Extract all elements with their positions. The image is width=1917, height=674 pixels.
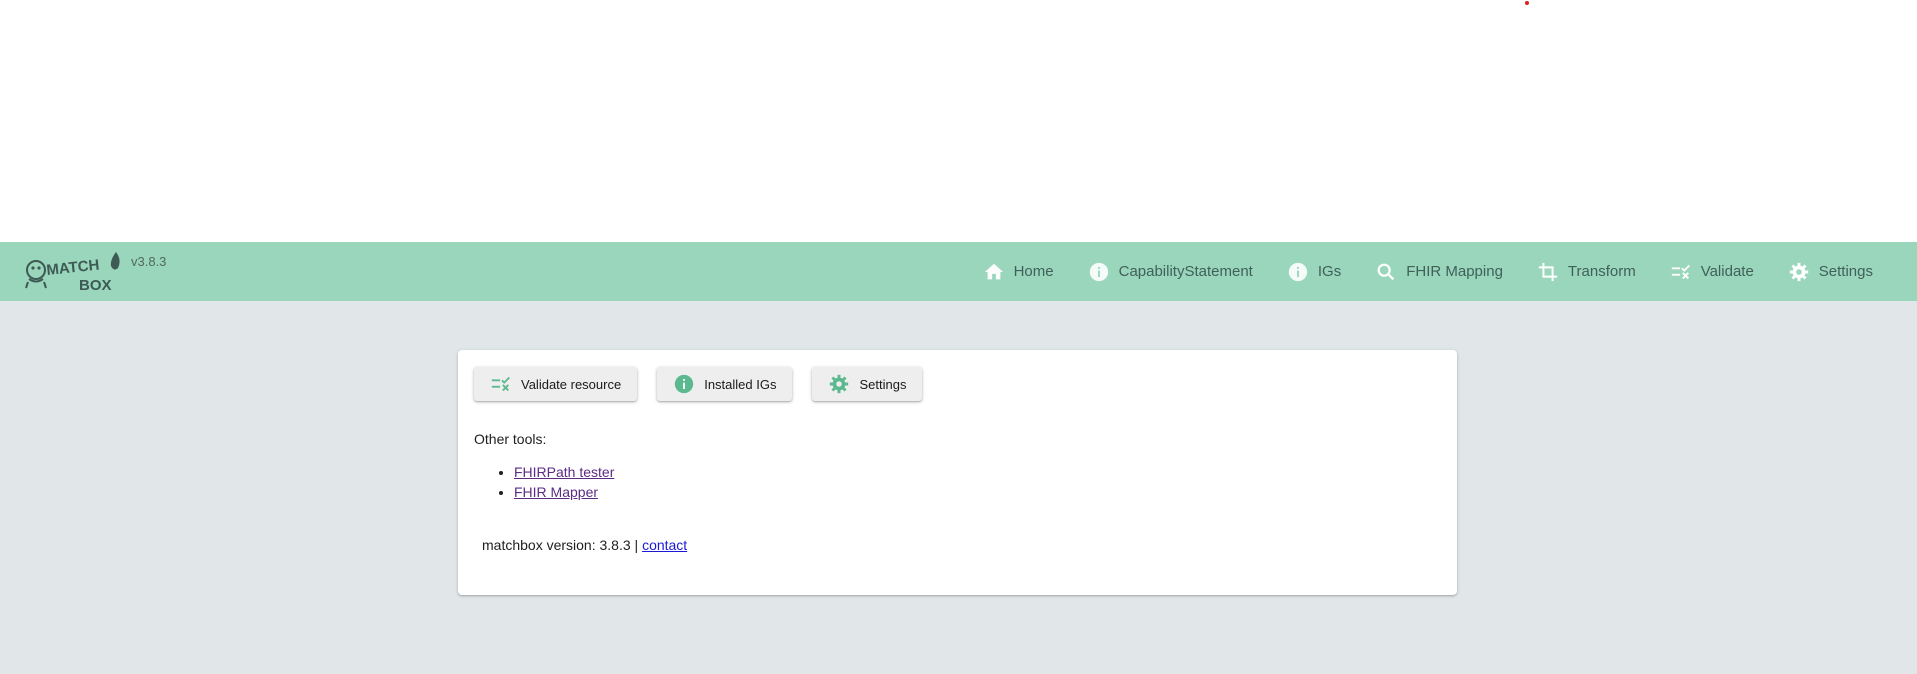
version-footer: matchbox version: 3.8.3 | contact xyxy=(482,537,687,553)
validate-resource-button[interactable]: Validate resource xyxy=(474,367,638,401)
nav-transform[interactable]: Transform xyxy=(1537,242,1636,301)
installed-igs-button[interactable]: Installed IGs xyxy=(657,367,793,401)
nav-capabilitystatement[interactable]: CapabilityStatement xyxy=(1088,242,1253,301)
info-icon xyxy=(1287,261,1309,283)
red-dot-marker xyxy=(1525,1,1529,5)
nav-validate[interactable]: Validate xyxy=(1670,242,1754,301)
validate-resource-label: Validate resource xyxy=(521,376,622,392)
info-icon xyxy=(673,373,695,395)
info-icon xyxy=(1088,261,1110,283)
nav-fhir-mapping[interactable]: FHIR Mapping xyxy=(1375,242,1503,301)
nav-settings-label: Settings xyxy=(1818,263,1873,280)
validate-checklist-icon xyxy=(490,373,512,395)
logo-text-box: BOX xyxy=(79,277,112,294)
version-text: matchbox version: 3.8.3 | xyxy=(482,537,643,553)
installed-igs-label: Installed IGs xyxy=(704,376,777,392)
matchbox-logo[interactable]: MATCH BOX xyxy=(24,248,124,294)
top-blank-area xyxy=(0,0,1917,242)
list-item: FHIRPath tester xyxy=(514,462,614,482)
nav-igs[interactable]: IGs xyxy=(1287,242,1341,301)
validate-checklist-icon xyxy=(1670,261,1692,283)
gear-icon xyxy=(828,373,850,395)
crop-icon xyxy=(1537,261,1559,283)
nav-fhir-mapping-label: FHIR Mapping xyxy=(1406,263,1503,280)
search-icon xyxy=(1375,261,1397,283)
app-version: v3.8.3 xyxy=(131,254,167,269)
action-buttons: Validate resource Installed IGs Settings xyxy=(474,367,942,401)
logo-text-match: MATCH xyxy=(46,257,101,279)
settings-button[interactable]: Settings xyxy=(812,367,923,401)
fhir-mapper-link[interactable]: FHIR Mapper xyxy=(514,484,598,500)
tools-list: FHIRPath tester FHIR Mapper xyxy=(474,462,614,502)
nav-transform-label: Transform xyxy=(1567,263,1636,280)
other-tools-heading: Other tools: xyxy=(474,431,547,447)
list-item: FHIR Mapper xyxy=(514,482,614,502)
top-navbar: MATCH BOX v3.8.3 Home CapabilityStatemen… xyxy=(0,242,1917,301)
nav-igs-label: IGs xyxy=(1317,263,1342,280)
nav-settings[interactable]: Settings xyxy=(1788,242,1873,301)
nav-home-label: Home xyxy=(1013,263,1054,280)
fhirpath-tester-link[interactable]: FHIRPath tester xyxy=(514,464,614,480)
settings-label: Settings xyxy=(859,376,907,392)
home-card: Validate resource Installed IGs Settings… xyxy=(458,350,1457,595)
contact-link[interactable]: contact xyxy=(642,537,687,553)
home-icon xyxy=(983,261,1005,283)
nav-capabilitystatement-label: CapabilityStatement xyxy=(1118,263,1253,280)
main-nav: Home CapabilityStatement IGs FHIR Mappin… xyxy=(983,242,1917,301)
gear-icon xyxy=(1788,261,1810,283)
nav-home[interactable]: Home xyxy=(983,242,1054,301)
nav-validate-label: Validate xyxy=(1700,263,1754,280)
